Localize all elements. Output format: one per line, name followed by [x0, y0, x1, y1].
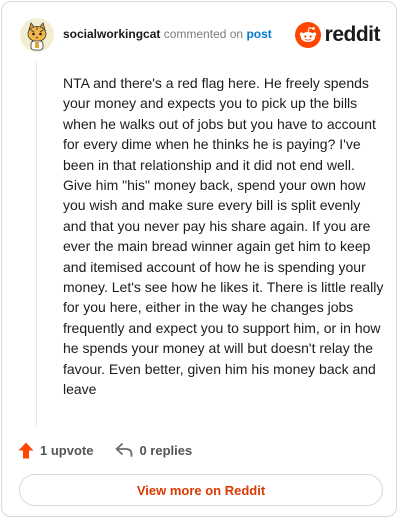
comment-body: NTA and there's a red flag here. He free…	[63, 75, 384, 398]
comment-actions: 1 upvote 0 replies	[18, 440, 192, 460]
post-link[interactable]: post	[246, 27, 271, 41]
reddit-wordmark: reddit	[324, 23, 381, 46]
replies-button[interactable]: 0 replies	[115, 442, 192, 458]
action-text: commented on	[163, 27, 244, 41]
view-more-button[interactable]: View more on Reddit	[19, 474, 383, 506]
user-avatar[interactable]	[20, 18, 54, 52]
reply-arrow-icon	[116, 443, 133, 457]
thread-line[interactable]	[36, 62, 37, 427]
comment-card: socialworkingcat commented on post reddi…	[1, 1, 397, 517]
comment-header: socialworkingcat commented on post reddi…	[20, 18, 384, 52]
username-link[interactable]: socialworkingcat	[63, 27, 160, 41]
replies-count: 0 replies	[139, 442, 193, 458]
upvote-button[interactable]: 1 upvote	[18, 442, 93, 459]
comment-meta: socialworkingcat commented on post	[63, 27, 272, 41]
upvote-count: 1 upvote	[40, 442, 94, 458]
cat-avatar-icon	[20, 18, 54, 52]
upvote-arrow-icon	[18, 442, 34, 458]
reddit-logo-icon	[294, 22, 321, 48]
reddit-brand[interactable]: reddit	[294, 20, 381, 50]
